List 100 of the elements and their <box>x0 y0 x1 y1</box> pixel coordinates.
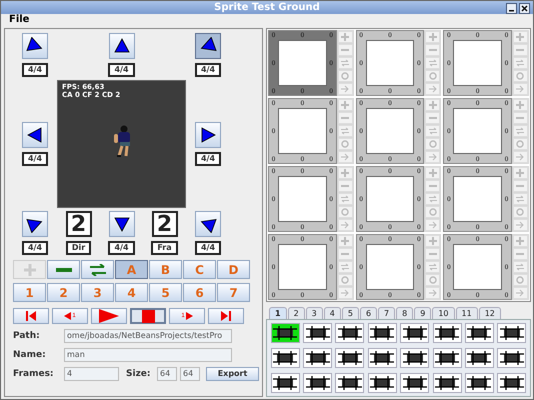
plus-button[interactable] <box>512 99 528 111</box>
arrow-button[interactable] <box>512 83 528 95</box>
minimize-icon[interactable] <box>506 3 517 14</box>
tile[interactable] <box>400 373 430 393</box>
plus-button[interactable] <box>425 31 440 43</box>
tile[interactable] <box>303 348 332 368</box>
arrow-button[interactable] <box>425 151 440 163</box>
swap-icon <box>516 263 524 271</box>
arrow-button[interactable] <box>338 287 353 299</box>
tile[interactable] <box>464 323 494 343</box>
play-button[interactable] <box>91 308 127 324</box>
tile[interactable] <box>335 323 364 343</box>
tile[interactable] <box>270 373 300 393</box>
close-icon[interactable] <box>519 3 530 14</box>
eye-button[interactable] <box>425 70 440 82</box>
plus-button[interactable] <box>425 99 440 111</box>
tab[interactable]: 12 <box>478 307 501 319</box>
tab[interactable]: 1 <box>269 307 287 319</box>
tab[interactable]: 9 <box>414 307 432 319</box>
tile[interactable] <box>432 348 462 368</box>
eye-button[interactable] <box>338 274 353 286</box>
minus-button[interactable] <box>47 260 80 279</box>
tab[interactable]: 2 <box>288 307 305 319</box>
plus-button[interactable] <box>512 31 528 43</box>
tile[interactable] <box>270 323 300 343</box>
direction-button[interactable] <box>22 122 48 148</box>
direction-button[interactable] <box>195 33 221 59</box>
plus-button[interactable] <box>338 31 353 43</box>
tile[interactable] <box>464 348 494 368</box>
plus-button[interactable] <box>338 167 353 179</box>
tile[interactable] <box>335 373 364 393</box>
plus-button[interactable] <box>425 167 440 179</box>
stop-button[interactable] <box>130 308 166 324</box>
plus-button[interactable] <box>512 235 528 247</box>
direction-button[interactable] <box>195 122 221 148</box>
plus-button[interactable] <box>512 167 528 179</box>
first-button[interactable] <box>13 308 49 324</box>
tile[interactable] <box>368 323 397 343</box>
direction-button[interactable] <box>108 33 134 59</box>
tab[interactable]: 4 <box>324 307 341 319</box>
arrow-button[interactable] <box>512 287 528 299</box>
tile[interactable] <box>464 373 494 393</box>
tab[interactable]: 5 <box>342 307 359 319</box>
eye-icon <box>341 276 350 284</box>
name-field[interactable]: man <box>64 348 232 362</box>
tile[interactable] <box>432 373 462 393</box>
tab[interactable]: 11 <box>456 307 478 319</box>
direction-button[interactable] <box>22 211 48 237</box>
tab[interactable]: 10 <box>432 307 455 319</box>
tab[interactable]: 8 <box>396 307 414 319</box>
direction-button[interactable] <box>195 211 221 237</box>
arrow-button[interactable] <box>425 219 440 231</box>
arrow-button[interactable] <box>512 219 528 231</box>
tile[interactable] <box>497 348 526 368</box>
eye-button[interactable] <box>512 206 528 218</box>
arrow-button[interactable] <box>512 151 528 163</box>
tab[interactable]: 7 <box>378 307 396 319</box>
frames-field[interactable]: 4 <box>64 366 119 380</box>
direction-button[interactable] <box>108 211 134 237</box>
play-icon <box>99 309 119 323</box>
arrow-button[interactable] <box>338 151 353 163</box>
eye-button[interactable] <box>338 206 353 218</box>
tab[interactable]: 6 <box>360 307 378 319</box>
tile[interactable] <box>368 373 397 393</box>
tile[interactable] <box>368 348 397 368</box>
eye-button[interactable] <box>425 206 440 218</box>
tab[interactable]: 3 <box>306 307 323 319</box>
eye-button[interactable] <box>512 70 528 82</box>
plus-button[interactable] <box>338 235 353 247</box>
tile[interactable] <box>400 348 430 368</box>
tile[interactable] <box>270 348 300 368</box>
eye-button[interactable] <box>512 274 528 286</box>
tile[interactable] <box>335 348 364 368</box>
plus-button[interactable] <box>425 235 440 247</box>
tile[interactable] <box>497 323 526 343</box>
last-button[interactable] <box>208 308 244 324</box>
tile-icon <box>370 351 394 365</box>
eye-button[interactable] <box>338 138 353 150</box>
tile[interactable] <box>432 323 462 343</box>
tile[interactable] <box>303 373 332 393</box>
eye-button[interactable] <box>512 138 528 150</box>
arrow-button[interactable] <box>425 287 440 299</box>
plus-icon <box>516 101 524 109</box>
eye-button[interactable] <box>425 138 440 150</box>
export-button[interactable]: Export <box>206 366 259 380</box>
arrow-button[interactable] <box>338 219 353 231</box>
tile[interactable] <box>303 323 332 343</box>
tile[interactable] <box>497 373 526 393</box>
arrow-button[interactable] <box>338 83 353 95</box>
plus-button[interactable] <box>338 99 353 111</box>
direction-button[interactable] <box>22 33 48 59</box>
path-field[interactable]: ome/jboadas/NetBeansProjects/testPro <box>64 328 232 342</box>
eye-button[interactable] <box>338 70 353 82</box>
height-field[interactable]: 64 <box>180 366 200 380</box>
tile[interactable] <box>400 323 430 343</box>
swap-button[interactable] <box>81 260 114 279</box>
width-field[interactable]: 64 <box>157 366 177 380</box>
menu-item[interactable]: File <box>9 14 30 26</box>
eye-button[interactable] <box>425 274 440 286</box>
arrow-button[interactable] <box>425 83 440 95</box>
